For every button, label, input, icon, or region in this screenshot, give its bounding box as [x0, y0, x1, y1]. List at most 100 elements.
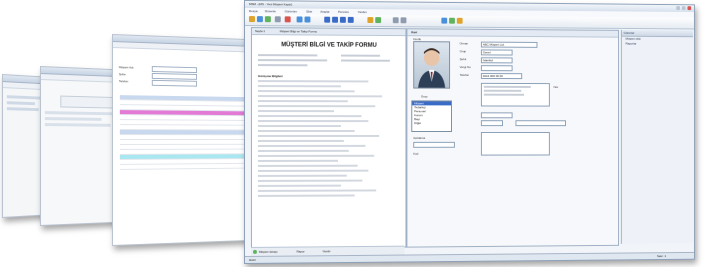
chart-icon[interactable]	[400, 17, 407, 24]
undo-icon[interactable]	[296, 16, 303, 23]
group-field[interactable]: Genel	[480, 49, 513, 56]
open-icon[interactable]	[256, 16, 263, 23]
text-line	[340, 54, 381, 57]
report-icon[interactable]	[392, 17, 399, 24]
text-line	[483, 89, 521, 92]
code-field[interactable]	[480, 112, 513, 119]
title-field[interactable]: ABC Müşteri Ltd.	[480, 41, 538, 48]
task-item-reports[interactable]: Raporlar	[622, 42, 693, 47]
customer-photo[interactable]	[413, 41, 451, 89]
tab-print[interactable]: Yazdır	[322, 249, 330, 253]
settings-icon[interactable]	[456, 17, 463, 24]
text-line	[257, 179, 363, 182]
form-field	[6, 101, 36, 106]
form-field	[44, 117, 102, 121]
text-line	[257, 149, 350, 152]
city-field[interactable]: İstanbul	[480, 57, 513, 64]
text-line	[257, 184, 341, 187]
menu-item-duzenle[interactable]: Düzenle	[265, 9, 276, 13]
refresh-icon[interactable]	[375, 17, 382, 24]
section-label: Görüşme Bilgileri	[257, 74, 283, 79]
list-item[interactable]: Diğer	[412, 121, 451, 125]
document-body	[257, 80, 396, 200]
field-input[interactable]	[151, 79, 198, 87]
export-icon[interactable]	[449, 17, 455, 24]
field-label-city: Şehir	[459, 57, 467, 62]
extra-field[interactable]	[480, 120, 504, 127]
window-title: MSM - [MS - Yeni Müşteri Kaydı]	[248, 2, 293, 7]
description-field[interactable]	[413, 141, 455, 148]
menu-item-dosya[interactable]: Dosya	[249, 9, 257, 13]
group-list[interactable]: Müşteri Tedarikçi Personel Kurum Bayi Di…	[411, 100, 452, 132]
tab-page-1[interactable]: Sayfa 1	[255, 29, 265, 33]
record-grid	[117, 95, 248, 170]
text-line	[257, 134, 380, 137]
text-line	[257, 144, 366, 147]
tab-customer-detail[interactable]: Müşteri detayı	[259, 250, 278, 254]
status-right: Satır: 1	[656, 254, 666, 259]
text-line	[340, 59, 390, 62]
menu-item-araclar[interactable]: Araçlar	[320, 10, 329, 14]
address-memo[interactable]	[480, 82, 550, 107]
field-input[interactable]	[151, 66, 198, 74]
field-label: Müşteri Adı	[118, 65, 134, 70]
taxno-field[interactable]	[480, 65, 513, 72]
field-label: Telefon	[118, 79, 129, 84]
list-title: Grup	[421, 94, 428, 99]
text-line	[257, 110, 335, 113]
text-line	[483, 85, 531, 88]
status-left: Hazır	[248, 257, 257, 262]
menu-item-gorunum[interactable]: Görünüm	[285, 9, 297, 13]
text-line	[257, 139, 344, 142]
form-field	[44, 111, 120, 116]
menu-item-pencere[interactable]: Pencere	[338, 10, 349, 14]
field-input[interactable]	[151, 72, 198, 80]
text-line	[257, 54, 318, 57]
text-line	[257, 95, 383, 98]
minimize-icon[interactable]	[676, 6, 680, 11]
search-icon[interactable]	[367, 17, 374, 24]
field-label-group: Grup	[459, 49, 467, 54]
document-preview: Sayfa 1 Müşteri Bilgi ve Takip Formu MÜŞ…	[250, 27, 407, 249]
last-record-icon[interactable]	[347, 16, 354, 23]
text-line	[257, 130, 355, 132]
next-record-icon[interactable]	[339, 16, 346, 23]
field-label: Şube	[118, 72, 126, 77]
text-line	[257, 90, 355, 93]
prev-record-icon[interactable]	[332, 16, 338, 23]
card-tabs: Kart	[407, 29, 619, 38]
bottom-label-description: Açıklama	[413, 135, 426, 140]
menu-item-yardim[interactable]: Yardım	[358, 10, 367, 14]
menu-item-ekle[interactable]: Ekle	[306, 10, 312, 14]
person-photo-icon	[418, 48, 446, 88]
notes-memo[interactable]	[480, 132, 550, 156]
close-icon[interactable]	[687, 6, 692, 11]
task-panel: Görevler Müşteri ekle Raporlar	[620, 29, 694, 244]
text-line	[257, 115, 362, 118]
form-field	[6, 107, 39, 112]
text-line	[483, 93, 525, 96]
maximize-icon[interactable]	[681, 6, 686, 11]
grid-row[interactable]	[119, 163, 246, 170]
mail-icon[interactable]	[441, 17, 448, 24]
print-icon[interactable]	[274, 16, 281, 23]
first-record-icon[interactable]	[324, 16, 331, 23]
customer-card: Kart Kimlik Ünvan ABC Müşteri Ltd. Grup …	[406, 28, 619, 248]
tab-card[interactable]: Kart	[411, 30, 417, 34]
delete-icon[interactable]	[284, 16, 291, 23]
redo-icon[interactable]	[304, 16, 311, 23]
text-line	[257, 100, 348, 103]
phone-field[interactable]: 0212 000 00 00	[480, 73, 523, 80]
bottom-label-code: Kod	[413, 151, 419, 156]
new-icon[interactable]	[248, 16, 255, 23]
text-line	[257, 80, 369, 83]
screenshot-stage: Müşteri Adı Şube Telefon MSM - [MS - Yen…	[0, 0, 711, 267]
save-icon[interactable]	[264, 16, 271, 23]
text-line	[257, 85, 341, 88]
text-line	[257, 154, 374, 157]
customer-detail-icon	[252, 249, 257, 254]
extra-field-2[interactable]	[515, 120, 566, 127]
tab-report[interactable]: Rapor	[297, 249, 305, 253]
tab-customer-form[interactable]: Müşteri Bilgi ve Takip Formu	[280, 29, 317, 33]
text-line	[257, 125, 341, 128]
